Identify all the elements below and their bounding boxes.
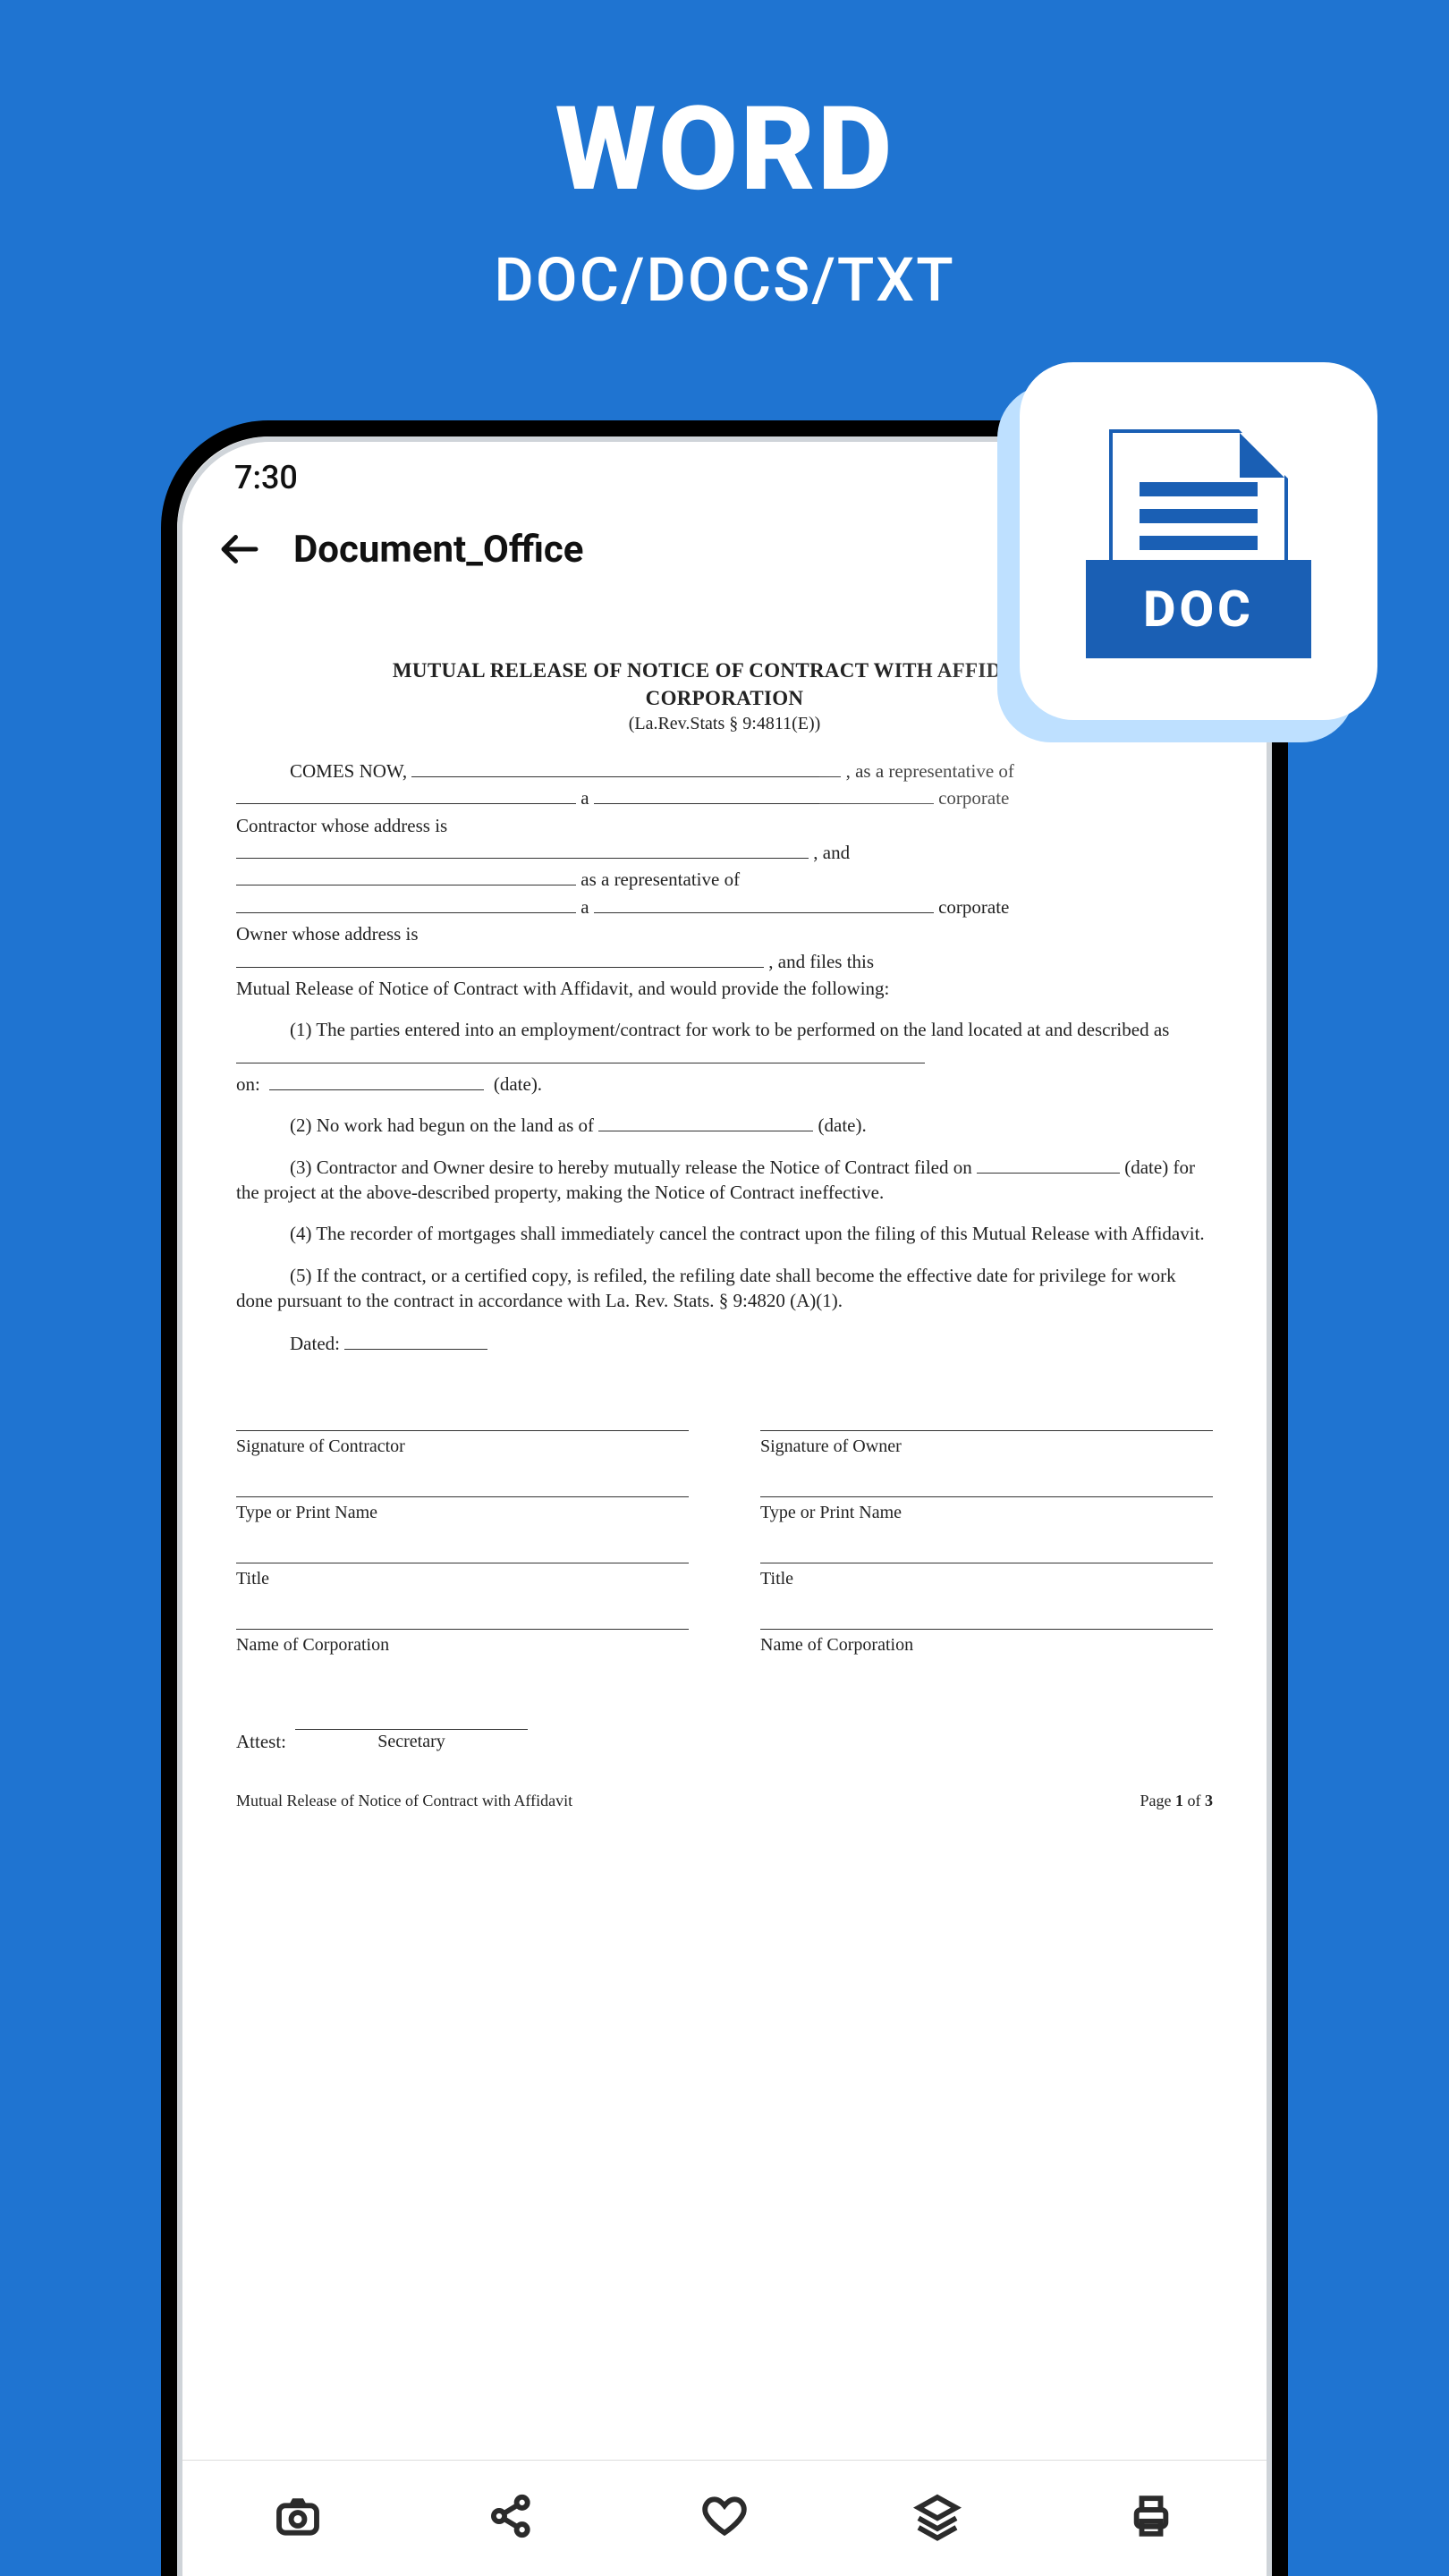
doc-file-icon: DOC (1109, 429, 1288, 653)
blank-field (594, 895, 934, 913)
screenshot-button[interactable]: Screenshot (191, 2491, 404, 2546)
document-title: Document_Office (293, 528, 583, 572)
signature-line: Signature of Owner (760, 1430, 1213, 1459)
promo-subtitle: DOC/DOCS/TXT (0, 244, 1449, 316)
blank-field (594, 787, 934, 805)
blank-field (236, 841, 809, 859)
doc-format-badge: DOC (1020, 362, 1377, 720)
blank-field (344, 1332, 487, 1350)
blank-field (236, 950, 764, 968)
back-button[interactable] (213, 522, 267, 576)
doc-text: corporate (938, 896, 1009, 918)
blank-field (236, 869, 576, 886)
doc-text: , and (813, 842, 850, 863)
signature-line: Title (760, 1563, 1213, 1591)
signature-line: Type or Print Name (760, 1496, 1213, 1525)
layers-icon (912, 2491, 962, 2541)
doc-line: Mutual Release of Notice of Contract wit… (236, 976, 1213, 1001)
doc-line: a corporate (236, 894, 1213, 919)
footer-text: of (1183, 1792, 1205, 1809)
blank-field (269, 1072, 484, 1090)
footer-left: Mutual Release of Notice of Contract wit… (236, 1790, 572, 1811)
printer-icon (1126, 2491, 1176, 2541)
doc-line: , and files this (236, 949, 1213, 974)
blank-field (411, 759, 841, 777)
promo-title: WORD (0, 80, 1449, 217)
doc-text: Dated: (290, 1333, 340, 1354)
doc-line: Contractor whose address is (236, 813, 1213, 838)
signature-line: Type or Print Name (236, 1496, 689, 1525)
blank-field (977, 1156, 1120, 1174)
doc-paragraph-5: (5) If the contract, or a certified copy… (236, 1263, 1213, 1314)
doc-line: COMES NOW, , as a representative of (236, 758, 1213, 784)
footer-text: Page (1140, 1792, 1176, 1809)
doc-text: (date). (818, 1114, 867, 1136)
footer-page-total: 3 (1205, 1792, 1213, 1809)
doc-text: a (580, 896, 594, 918)
shortcut-button[interactable]: Shortcut (831, 2491, 1044, 2546)
share-icon (487, 2491, 537, 2541)
doc-dated-line: Dated: (236, 1331, 1213, 1356)
signature-line: Title (236, 1563, 689, 1591)
attest-box: Secretary (295, 1729, 528, 1754)
doc-line: a corporate (236, 785, 1213, 810)
share-button[interactable]: Share (404, 2491, 617, 2546)
doc-text: , as a representative of (846, 760, 1014, 782)
print-button[interactable]: Print (1045, 2491, 1258, 2546)
doc-line (236, 1045, 1213, 1070)
doc-text: COMES NOW, (290, 760, 407, 782)
blank-field (236, 1046, 925, 1063)
document-page: MUTUAL RELEASE OF NOTICE OF CONTRACT WIT… (236, 657, 1213, 1811)
page-footer: Mutual Release of Notice of Contract wit… (236, 1790, 1213, 1811)
phone-screen: 7:30 Document_Office MUTUAL RELEASE OF N… (182, 442, 1267, 2576)
footer-right: Page 1 of 3 (1140, 1790, 1214, 1811)
doc-text: (2) No work had begun on the land as of (290, 1114, 594, 1136)
secretary-label: Secretary (295, 1730, 528, 1754)
doc-paragraph-4: (4) The recorder of mortgages shall imme… (236, 1221, 1213, 1246)
signature-line: Signature of Contractor (236, 1430, 689, 1459)
signature-line: Name of Corporation (760, 1629, 1213, 1657)
promo-banner: WORD DOC/DOCS/TXT (0, 0, 1449, 316)
blank-field (236, 787, 576, 805)
doc-paragraph-3: (3) Contractor and Owner desire to hereb… (236, 1155, 1213, 1206)
doc-paragraph-2: (2) No work had begun on the land as of … (236, 1113, 1213, 1138)
attest-label: Attest: (236, 1729, 286, 1754)
signature-grid: Signature of Contractor Type or Print Na… (236, 1393, 1213, 1657)
document-viewport[interactable]: MUTUAL RELEASE OF NOTICE OF CONTRACT WIT… (182, 603, 1267, 2460)
blank-field (236, 895, 576, 913)
signature-column-right: Signature of Owner Type or Print Name Ti… (760, 1393, 1213, 1657)
doc-line: , and (236, 840, 1213, 865)
doc-text: on: (236, 1073, 260, 1095)
doc-text: (date). (494, 1073, 542, 1095)
heart-icon (699, 2491, 750, 2541)
camera-icon (273, 2491, 323, 2541)
doc-line: Owner whose address is (236, 921, 1213, 946)
doc-line: on: (date). (236, 1072, 1213, 1097)
blank-field (598, 1114, 813, 1131)
phone-frame: 7:30 Document_Office MUTUAL RELEASE OF N… (161, 420, 1288, 2576)
footer-page-current: 1 (1175, 1792, 1183, 1809)
signature-line: Name of Corporation (236, 1629, 689, 1657)
doc-line: as a representative of (236, 867, 1213, 892)
doc-paragraph-1: (1) The parties entered into an employme… (236, 1017, 1213, 1042)
doc-text: corporate (938, 787, 1009, 809)
doc-badge-label: DOC (1086, 560, 1311, 658)
doc-text: as a representative of (580, 869, 740, 890)
bookmark-button[interactable]: Bookmark (618, 2491, 831, 2546)
signature-column-left: Signature of Contractor Type or Print Na… (236, 1393, 689, 1657)
doc-text: a (580, 787, 594, 809)
attest-row: Attest: Secretary (236, 1729, 1213, 1754)
arrow-left-icon (216, 525, 264, 573)
doc-text: (3) Contractor and Owner desire to hereb… (290, 1157, 972, 1178)
doc-text: , and files this (768, 951, 874, 972)
status-time: 7:30 (234, 459, 298, 496)
bottom-toolbar: Screenshot Share Bookmark Shortcut Print (182, 2460, 1267, 2576)
